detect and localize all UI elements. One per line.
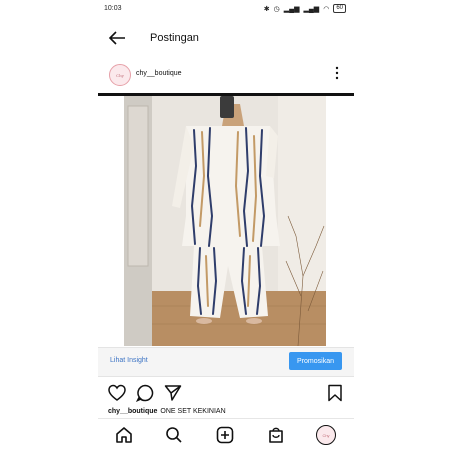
avatar-logo: Chy <box>116 72 124 78</box>
more-vertical-icon[interactable] <box>334 66 340 80</box>
bluetooth-icon: ✱ <box>263 5 270 13</box>
signal-icon-2: ▂▄▆ <box>303 5 320 13</box>
bookmark-icon[interactable] <box>326 384 344 402</box>
caption-text: ONE SET KEKINIAN <box>160 408 226 415</box>
photo-illustration <box>98 96 354 346</box>
shop-icon <box>269 427 283 443</box>
post-header: Chy chy__boutique <box>98 60 354 92</box>
avatar[interactable]: Chy <box>109 64 131 86</box>
post-caption: chy__boutique ONE SET KEKINIAN <box>108 408 226 415</box>
status-time: 10:03 <box>104 5 122 12</box>
app-bar: Postingan <box>98 22 354 56</box>
back-arrow-icon[interactable] <box>108 30 126 46</box>
insight-bar: Lihat Insight Promosikan <box>98 347 354 377</box>
wifi-icon: ◠ <box>323 5 330 13</box>
heart-icon[interactable] <box>108 384 126 402</box>
phone-screen: 10:03 ✱ ◷ ▂▄▆ ▂▄▆ ◠ 60 Postingan Chy chy… <box>98 0 354 450</box>
share-icon[interactable] <box>164 384 182 402</box>
signal-icon: ▂▄▆ <box>283 5 300 13</box>
nav-profile[interactable]: Chy <box>316 425 336 445</box>
profile-avatar-logo: Chy <box>322 432 330 438</box>
nav-search[interactable] <box>164 425 184 445</box>
post-photo[interactable] <box>98 96 354 346</box>
post-username[interactable]: chy__boutique <box>136 70 182 77</box>
add-post-icon <box>216 426 234 444</box>
view-insight-link[interactable]: Lihat Insight <box>110 357 148 364</box>
nav-shop[interactable] <box>266 425 286 445</box>
profile-avatar: Chy <box>316 425 336 445</box>
post-actions <box>98 380 354 404</box>
status-bar: 10:03 ✱ ◷ ▂▄▆ ▂▄▆ ◠ 60 <box>98 0 354 18</box>
comment-icon[interactable] <box>136 384 154 402</box>
page-title: Postingan <box>150 32 199 44</box>
nav-add-post[interactable] <box>215 425 235 445</box>
promote-button[interactable]: Promosikan <box>289 352 342 370</box>
status-icons: ✱ ◷ ▂▄▆ ▂▄▆ ◠ 60 <box>264 4 346 13</box>
home-icon <box>116 427 132 443</box>
search-icon <box>166 427 182 443</box>
bottom-nav: Chy <box>98 418 354 451</box>
alarm-icon: ◷ <box>273 5 280 13</box>
nav-home[interactable] <box>114 425 134 445</box>
caption-username[interactable]: chy__boutique <box>108 408 157 415</box>
battery-icon: 60 <box>333 4 346 13</box>
